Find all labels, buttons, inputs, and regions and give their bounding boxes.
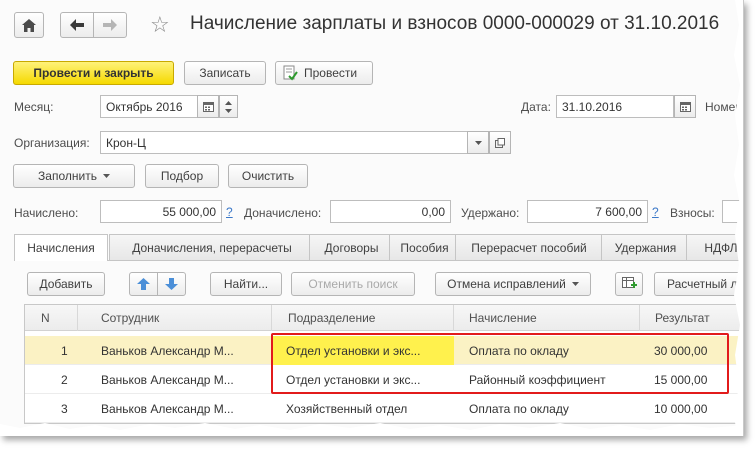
withheld-label: Удержано: <box>461 206 520 220</box>
row-number: 1 <box>61 344 68 358</box>
tab-deductions[interactable]: Удержания <box>601 234 690 260</box>
torn-edge-right <box>734 0 743 436</box>
post-button[interactable]: Провести <box>275 61 373 85</box>
annotation-highlight-frame <box>271 333 729 394</box>
add-row-button[interactable]: Добавить <box>27 272 105 296</box>
clear-button[interactable]: Очистить <box>228 164 308 188</box>
employee-cell[interactable]: Ваньков Александр М... <box>101 344 266 358</box>
calendar-icon <box>679 102 691 112</box>
organization-dropdown-button[interactable] <box>467 131 489 154</box>
row-number: 3 <box>61 402 68 416</box>
spin-up-icon <box>225 100 232 105</box>
employee-cell[interactable]: Ваньков Александр М... <box>101 402 266 416</box>
post-and-close-button[interactable]: Провести и закрыть <box>13 61 174 85</box>
torn-edge-bottom <box>0 423 743 436</box>
tab-baseline <box>14 260 743 261</box>
arrow-down-icon <box>165 278 178 290</box>
date-calendar-button[interactable] <box>674 95 696 118</box>
extra-accrued-label: Доначислено: <box>244 206 322 220</box>
find-button[interactable]: Найти... <box>210 272 282 296</box>
window-title: Начисление зарплаты и взносов 0000-00002… <box>190 13 720 34</box>
star-icon[interactable]: ☆ <box>150 13 170 37</box>
column-header-employee[interactable]: Сотрудник <box>101 311 159 325</box>
cancel-search-button[interactable]: Отменить поиск <box>291 272 415 296</box>
tab-extra-accruals[interactable]: Доначисления, перерасчеты <box>109 234 315 260</box>
move-down-button[interactable] <box>157 272 186 296</box>
chevron-down-icon <box>571 282 579 286</box>
accrued-help-link[interactable]: ? <box>226 205 233 219</box>
withheld-help-link[interactable]: ? <box>652 205 659 219</box>
tab-benefit-recalculation[interactable]: Перерасчет пособий <box>455 234 603 260</box>
spin-down-icon <box>225 108 232 113</box>
column-separator <box>639 305 640 331</box>
cancel-fixes-button[interactable]: Отмена исправлений <box>435 272 591 296</box>
table-add-icon <box>621 277 637 288</box>
column-header-n[interactable]: N <box>41 311 50 325</box>
column-header-department[interactable]: Подразделение <box>288 311 375 325</box>
back-button[interactable] <box>60 12 94 38</box>
department-cell[interactable]: Хозяйственный отдел <box>286 402 446 416</box>
column-header-result[interactable]: Результат <box>655 311 710 325</box>
fill-button[interactable]: Заполнить <box>13 164 135 188</box>
home-button[interactable] <box>14 12 44 38</box>
month-label: Месяц: <box>14 100 54 114</box>
fill-button-label: Заполнить <box>38 169 97 183</box>
post-button-label: Провести <box>304 66 358 80</box>
row-number: 2 <box>61 373 68 387</box>
screenshot-frame: ☆ Начисление зарплаты и взносов 0000-000… <box>0 0 744 436</box>
extra-accrued-field: 0,00 <box>330 200 451 223</box>
arrow-right-icon <box>103 19 117 31</box>
table-header: N Сотрудник Подразделение Начисление Рез… <box>25 305 743 331</box>
tab-benefits[interactable]: Пособия <box>389 234 460 260</box>
accrued-field: 55 000,00 <box>100 200 222 223</box>
column-separator <box>271 305 272 331</box>
tab-contracts[interactable]: Договоры <box>309 234 394 260</box>
column-separator <box>453 305 454 331</box>
post-document-icon <box>283 65 298 81</box>
employee-cell[interactable]: Ваньков Александр М... <box>101 373 266 387</box>
move-up-button[interactable] <box>129 272 158 296</box>
forward-button[interactable] <box>93 12 127 38</box>
calendar-icon <box>202 102 214 112</box>
organization-label: Организация: <box>14 136 90 150</box>
chevron-down-icon <box>102 174 110 178</box>
month-field[interactable]: Октябрь 2016 <box>100 95 198 118</box>
arrow-left-icon <box>70 19 84 31</box>
add-table-button[interactable] <box>615 272 643 296</box>
column-header-accrual[interactable]: Начисление <box>469 311 537 325</box>
month-spinner[interactable] <box>219 95 238 118</box>
month-calendar-button[interactable] <box>197 95 219 118</box>
accrual-cell[interactable]: Оплата по окладу <box>469 402 569 416</box>
save-button[interactable]: Записать <box>184 61 266 85</box>
tab-accruals[interactable]: Начисления <box>14 234 108 261</box>
withheld-field: 7 600,00 <box>527 200 648 223</box>
pick-button[interactable]: Подбор <box>145 164 219 188</box>
cancel-fixes-label: Отмена исправлений <box>447 277 566 291</box>
organization-open-button[interactable] <box>489 131 511 154</box>
date-label: Дата: <box>521 100 551 114</box>
chevron-down-icon <box>474 140 482 145</box>
organization-field[interactable]: Крон-Ц <box>100 131 468 154</box>
result-cell[interactable]: 10 000,00 <box>654 402 707 416</box>
home-icon <box>22 18 36 32</box>
arrow-up-icon <box>137 278 150 290</box>
accrued-label: Начислено: <box>14 206 79 220</box>
open-link-icon <box>495 137 505 148</box>
contributions-label: Взносы: <box>670 206 715 220</box>
column-separator <box>77 305 78 331</box>
date-field[interactable]: 31.10.2016 <box>556 95 674 118</box>
